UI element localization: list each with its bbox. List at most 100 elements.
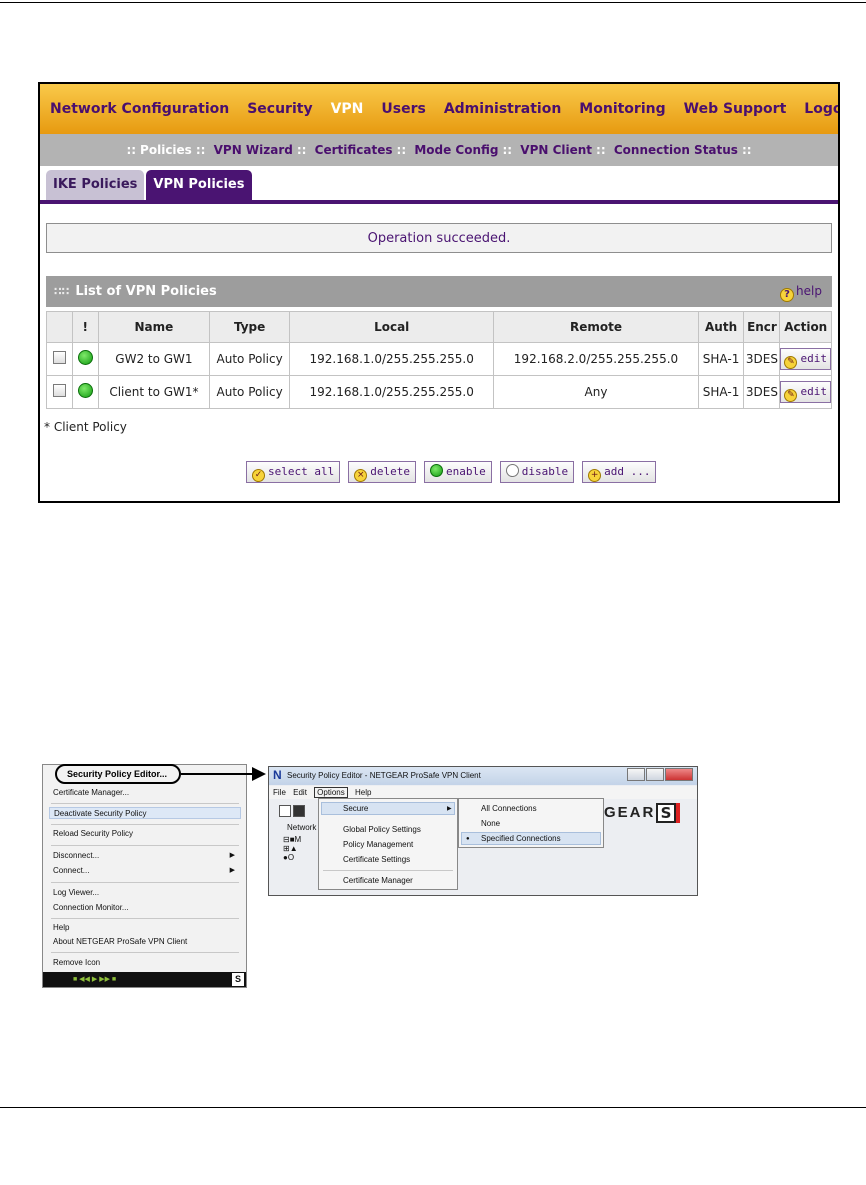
media-controls-icon: ■ ◀◀ ▶ ▶▶ ■	[73, 976, 117, 983]
tray-s-icon[interactable]: S	[232, 973, 244, 986]
tab-row: IKE Policies VPN Policies	[46, 170, 254, 200]
minimize-icon[interactable]	[627, 768, 645, 781]
new-file-icon[interactable]	[279, 805, 291, 817]
subnav-connection-status[interactable]: Connection Status	[614, 143, 738, 157]
window-titlebar: N Security Policy Editor - NETGEAR ProSa…	[269, 767, 697, 785]
callout-arrow-line	[181, 773, 256, 775]
menu-about[interactable]: About NETGEAR ProSafe VPN Client	[53, 936, 239, 948]
menu-secure[interactable]: Secure	[343, 803, 368, 815]
submenu-all-connections[interactable]: All Connections	[481, 803, 537, 815]
row-status-cell	[71, 342, 99, 376]
subnav-vpn-client[interactable]: VPN Client	[520, 143, 592, 157]
status-message: Operation succeeded.	[46, 223, 832, 253]
table-row: Client to GW1* Auto Policy 192.168.1.0/2…	[46, 375, 832, 409]
nav-vpn[interactable]: VPN	[331, 101, 364, 117]
disable-label: disable	[521, 465, 569, 478]
nav-users[interactable]: Users	[381, 101, 425, 117]
menu-highlight	[321, 802, 455, 815]
subnav-mode-config[interactable]: Mode Config	[414, 143, 498, 157]
row-action-cell: ✎ edit	[779, 375, 832, 409]
policy-name: Client to GW1*	[97, 375, 211, 409]
policy-auth: SHA-1	[697, 375, 745, 409]
help-link[interactable]: ? help	[780, 276, 822, 307]
menu-remove-icon[interactable]: Remove Icon	[53, 957, 239, 969]
submenu-none[interactable]: None	[481, 818, 500, 830]
menu-certificate-manager-editor[interactable]: Certificate Manager	[343, 875, 413, 887]
enable-label: enable	[445, 465, 486, 478]
menu-policy-management[interactable]: Policy Management	[343, 839, 413, 851]
col-auth: Auth	[697, 311, 745, 343]
submenu-specified-connections[interactable]: Specified Connections	[481, 833, 561, 845]
pencil-icon: ✎	[784, 356, 798, 369]
policy-auth: SHA-1	[697, 342, 745, 376]
row-status-cell	[71, 375, 99, 409]
add-button[interactable]: + add ...	[582, 461, 657, 483]
menu-certificate-manager[interactable]: Certificate Manager...	[53, 787, 239, 799]
disable-button[interactable]: disable	[499, 461, 575, 483]
menu-file[interactable]: File	[273, 788, 286, 797]
enable-button[interactable]: enable	[423, 461, 492, 483]
row-checkbox[interactable]	[52, 351, 66, 364]
vpn-policies-screenshot: Network Configuration Security VPN Users…	[38, 82, 840, 503]
vpn-policy-table: ! Name Type Local Remote Auth Encr Actio…	[46, 311, 832, 409]
close-icon[interactable]	[665, 768, 693, 781]
netgear-n-icon: N	[273, 768, 282, 782]
edit-button[interactable]: ✎ edit	[780, 348, 831, 370]
security-policy-editor-callout[interactable]: Security Policy Editor...	[55, 764, 181, 784]
taskbar: ■ ◀◀ ▶ ▶▶ ■ S	[43, 972, 246, 987]
grip-icon: ∷∷	[54, 285, 70, 298]
tab-ike-policies[interactable]: IKE Policies	[46, 170, 145, 200]
edit-label: edit	[800, 385, 827, 398]
secure-submenu: All Connections None ● Specified Connect…	[458, 798, 604, 848]
delete-button[interactable]: × delete	[348, 461, 416, 483]
sub-nav: :: Policies:: VPN Wizard:: Certificates::…	[40, 134, 838, 166]
maximize-icon[interactable]	[646, 768, 664, 781]
policy-type: Auto Policy	[209, 375, 291, 409]
window-controls	[626, 768, 693, 781]
tab-underline	[40, 200, 838, 204]
subnav-policies[interactable]: Policies	[140, 143, 192, 157]
submenu-arrow-icon: ▶	[447, 806, 452, 812]
col-status: !	[71, 311, 99, 343]
select-all-button[interactable]: ✓ select all	[246, 461, 341, 483]
menu-connect[interactable]: Connect... ▶	[53, 865, 239, 877]
menu-log-viewer[interactable]: Log Viewer...	[53, 887, 239, 899]
window-title: Security Policy Editor - NETGEAR ProSafe…	[287, 771, 481, 780]
menu-disconnect-label: Disconnect...	[53, 851, 100, 860]
nav-security[interactable]: Security	[247, 101, 312, 117]
row-select-cell	[46, 342, 73, 376]
edit-button[interactable]: ✎ edit	[780, 381, 831, 403]
menu-global-policy-settings[interactable]: Global Policy Settings	[343, 824, 421, 836]
subnav-vpn-wizard[interactable]: VPN Wizard	[214, 143, 293, 157]
nav-administration[interactable]: Administration	[444, 101, 561, 117]
menu-divider	[51, 882, 239, 883]
menu-connection-monitor[interactable]: Connection Monitor...	[53, 902, 239, 914]
row-checkbox[interactable]	[52, 384, 66, 397]
menu-edit[interactable]: Edit	[293, 788, 307, 797]
nav-network-configuration[interactable]: Network Configuration	[50, 101, 229, 117]
menu-options[interactable]: Options	[314, 787, 348, 798]
policy-encr: 3DES	[743, 342, 781, 376]
nav-logout[interactable]: Logout	[804, 101, 838, 117]
policy-tree[interactable]: ⊟■M ⊞▲ ●O	[283, 835, 313, 862]
top-rule	[0, 2, 866, 3]
menu-certificate-settings[interactable]: Certificate Settings	[343, 854, 410, 866]
help-label: help	[796, 284, 822, 298]
save-icon[interactable]	[293, 805, 305, 817]
menu-help[interactable]: Help	[53, 922, 239, 934]
col-name: Name	[97, 311, 211, 343]
empty-circle-icon	[505, 464, 519, 477]
menu-reload-security-policy[interactable]: Reload Security Policy	[53, 828, 239, 840]
table-row: GW2 to GW1 Auto Policy 192.168.1.0/255.2…	[46, 342, 832, 376]
green-dot-icon	[429, 464, 443, 477]
subnav-certificates[interactable]: Certificates	[315, 143, 393, 157]
col-type: Type	[209, 311, 291, 343]
tree-label: Network	[287, 823, 317, 832]
menu-help-editor[interactable]: Help	[355, 788, 371, 797]
edit-label: edit	[800, 352, 827, 365]
nav-web-support[interactable]: Web Support	[684, 101, 787, 117]
menu-deactivate-security-policy[interactable]: Deactivate Security Policy	[49, 807, 241, 819]
menu-disconnect[interactable]: Disconnect... ▶	[53, 850, 239, 862]
tab-vpn-policies[interactable]: VPN Policies	[146, 170, 252, 200]
nav-monitoring[interactable]: Monitoring	[579, 101, 665, 117]
